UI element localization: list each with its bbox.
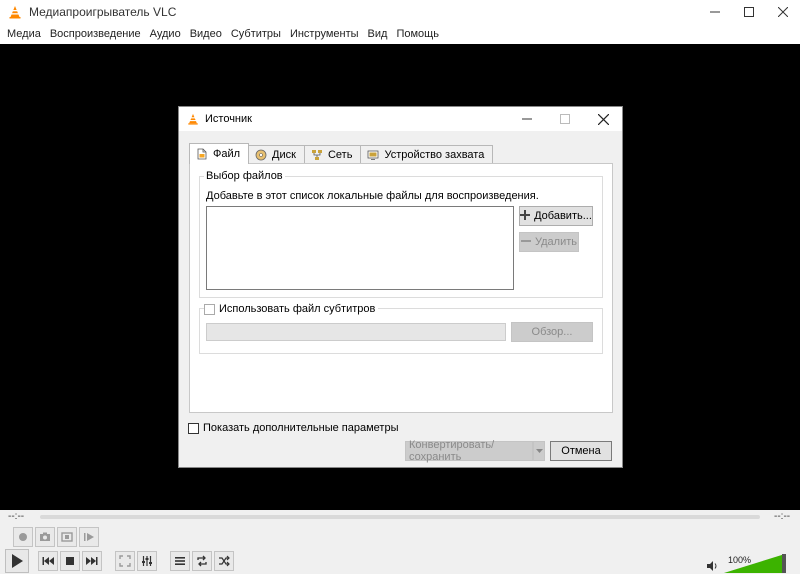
frame-step-icon bbox=[84, 533, 94, 541]
menu-subtitles[interactable]: Субтитры bbox=[228, 28, 284, 40]
loop-button[interactable] bbox=[192, 551, 212, 571]
tab-file[interactable]: Файл bbox=[189, 143, 250, 164]
playlist-button[interactable] bbox=[170, 551, 190, 571]
stop-button[interactable] bbox=[60, 551, 80, 571]
menu-audio[interactable]: Аудио bbox=[147, 28, 184, 40]
loop-icon bbox=[197, 555, 207, 567]
minimize-icon bbox=[522, 118, 532, 120]
show-more-options-checkbox[interactable] bbox=[188, 422, 199, 434]
maximize-icon bbox=[744, 7, 754, 17]
camera-icon bbox=[40, 532, 50, 541]
dialog-titlebar: Источник bbox=[179, 107, 622, 131]
volume-fill bbox=[724, 554, 785, 573]
show-more-options-label: Показать дополнительные параметры bbox=[203, 422, 399, 434]
tab-capture-device[interactable]: Устройство захвата bbox=[360, 145, 494, 163]
play-icon bbox=[12, 554, 23, 568]
menu-playback[interactable]: Воспроизведение bbox=[47, 28, 144, 40]
convert-dropdown-button[interactable] bbox=[533, 441, 545, 461]
dialog-minimize-button[interactable] bbox=[508, 107, 546, 131]
file-tab-panel: Выбор файлов Добавьте в этот список лока… bbox=[189, 163, 613, 413]
volume-slider[interactable] bbox=[724, 554, 786, 574]
skip-forward-icon bbox=[86, 557, 98, 565]
remove-button[interactable]: Удалить bbox=[519, 232, 579, 252]
seek-bar[interactable] bbox=[40, 515, 760, 519]
minus-icon bbox=[521, 236, 531, 249]
subtitle-file-input[interactable] bbox=[206, 323, 506, 341]
chevron-down-icon bbox=[535, 448, 543, 453]
browse-button-label: Обзор... bbox=[531, 326, 573, 338]
window-title: Медиапроигрыватель VLC bbox=[29, 5, 177, 19]
plus-icon bbox=[520, 209, 531, 223]
menu-view[interactable]: Вид bbox=[365, 28, 391, 40]
dialog-maximize-button bbox=[546, 107, 584, 131]
tab-disc[interactable]: Диск bbox=[248, 145, 305, 163]
file-icon bbox=[197, 148, 207, 160]
convert-save-button[interactable]: Конвертировать/сохранить bbox=[405, 439, 533, 463]
close-icon bbox=[597, 113, 609, 125]
skip-back-icon bbox=[42, 557, 54, 565]
speaker-icon[interactable] bbox=[706, 560, 718, 572]
network-icon bbox=[311, 149, 322, 160]
tab-capture-device-label: Устройство захвата bbox=[384, 148, 485, 161]
file-selection-label: Выбор файлов bbox=[204, 170, 285, 182]
add-button[interactable]: Добавить... bbox=[519, 206, 593, 226]
subtitle-checkbox-row: Использовать файл субтитров bbox=[204, 303, 379, 315]
record-button[interactable] bbox=[13, 527, 33, 547]
add-button-label: Добавить... bbox=[534, 210, 592, 222]
record-icon bbox=[19, 533, 27, 541]
shuffle-button[interactable] bbox=[214, 551, 234, 571]
vlc-logo-icon bbox=[188, 113, 198, 125]
cancel-button[interactable]: Отмена bbox=[550, 441, 612, 461]
menu-bar: Медиа Воспроизведение Аудио Видео Субтит… bbox=[0, 24, 800, 44]
equalizer-icon bbox=[142, 556, 152, 566]
disc-icon bbox=[255, 149, 267, 160]
minimize-button[interactable] bbox=[698, 0, 732, 24]
menu-media[interactable]: Медиа bbox=[4, 28, 44, 40]
convert-save-button-label: Конвертировать/сохранить bbox=[409, 439, 495, 463]
frame-by-frame-button[interactable] bbox=[79, 527, 99, 547]
shuffle-icon bbox=[219, 555, 230, 567]
tab-network-label: Сеть bbox=[327, 148, 353, 161]
previous-button[interactable] bbox=[38, 551, 58, 571]
play-button[interactable] bbox=[5, 549, 29, 573]
window-titlebar: Медиапроигрыватель VLC bbox=[0, 0, 800, 24]
vlc-logo-icon bbox=[9, 6, 21, 19]
file-list[interactable] bbox=[206, 206, 514, 290]
close-icon bbox=[778, 7, 788, 17]
capture-device-icon bbox=[368, 150, 379, 160]
minimize-icon bbox=[710, 11, 720, 13]
stop-icon bbox=[66, 557, 74, 565]
dialog-close-button[interactable] bbox=[584, 107, 622, 131]
open-media-dialog: Источник Файл Диск Сеть Устройство захва… bbox=[178, 106, 623, 468]
menu-video[interactable]: Видео bbox=[187, 28, 225, 40]
extended-settings-button[interactable] bbox=[137, 551, 157, 571]
snapshot-button[interactable] bbox=[35, 527, 55, 547]
fullscreen-button[interactable] bbox=[115, 551, 135, 571]
close-button[interactable] bbox=[766, 0, 800, 24]
playlist-icon bbox=[175, 557, 185, 565]
next-button[interactable] bbox=[82, 551, 102, 571]
loop-ab-icon bbox=[61, 532, 73, 542]
menu-tools[interactable]: Инструменты bbox=[287, 28, 362, 40]
browse-button[interactable]: Обзор... bbox=[511, 322, 593, 342]
subtitle-checkbox-label: Использовать файл субтитров bbox=[219, 303, 376, 315]
tab-disc-label: Диск bbox=[272, 148, 296, 161]
remaining-time: --:-- bbox=[774, 511, 791, 522]
dialog-title: Источник bbox=[205, 113, 252, 125]
tab-file-label: Файл bbox=[213, 148, 241, 160]
player-controls: --:-- --:-- 100% bbox=[0, 510, 800, 574]
maximize-button[interactable] bbox=[732, 0, 766, 24]
fullscreen-icon bbox=[119, 555, 131, 567]
maximize-icon bbox=[560, 114, 570, 124]
show-more-options-row: Показать дополнительные параметры bbox=[188, 422, 398, 434]
cancel-button-label: Отмена bbox=[561, 445, 601, 457]
loop-ab-button[interactable] bbox=[57, 527, 77, 547]
remove-button-label: Удалить bbox=[535, 236, 577, 248]
tab-network[interactable]: Сеть bbox=[303, 145, 362, 163]
subtitle-checkbox[interactable] bbox=[204, 303, 215, 315]
elapsed-time: --:-- bbox=[8, 511, 25, 522]
file-hint-text: Добавьте в этот список локальные файлы д… bbox=[206, 190, 539, 202]
source-tabs: Файл Диск Сеть Устройство захвата bbox=[189, 143, 494, 164]
menu-help[interactable]: Помощь bbox=[393, 28, 442, 40]
